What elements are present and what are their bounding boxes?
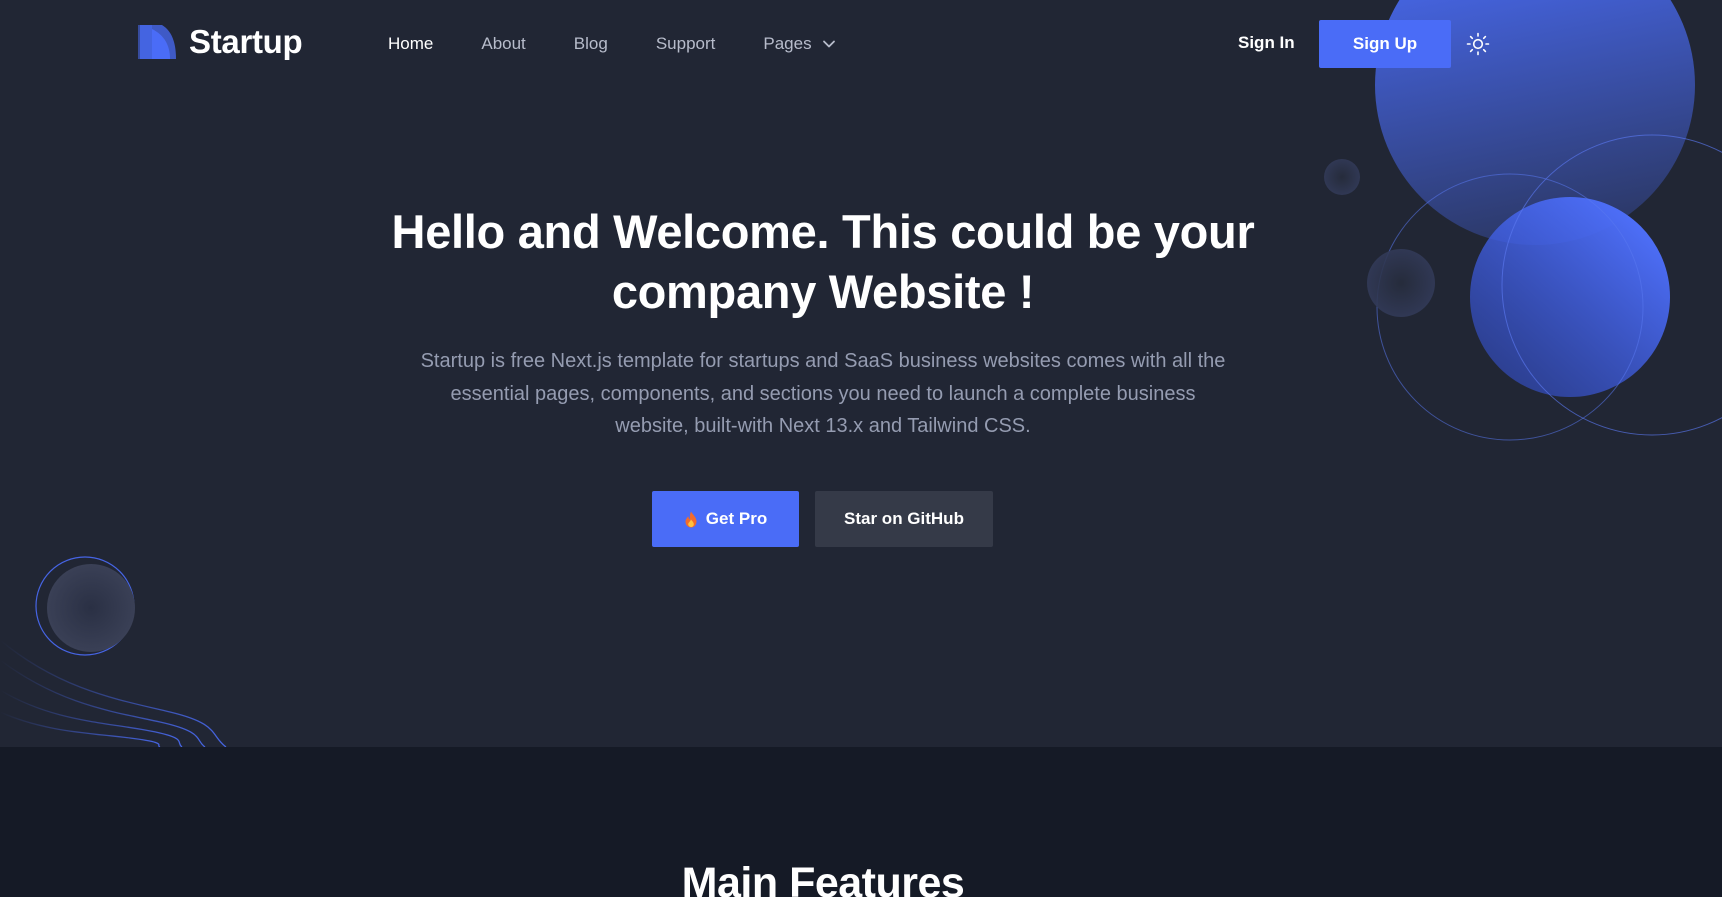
sign-up-button[interactable]: Sign Up [1319,20,1451,68]
logo-text: Startup [189,23,303,60]
nav-item-home[interactable]: Home [388,34,433,54]
nav-item-label: Pages [763,34,812,53]
nav-item-about[interactable]: About [481,34,525,54]
nav-item-label: Support [655,34,716,53]
sign-in-link[interactable]: Sign In [1238,33,1295,53]
sun-icon[interactable] [1466,32,1490,56]
star-on-github-button[interactable]: Star on GitHub [815,491,993,547]
get-pro-button[interactable]: Get Pro [652,491,799,547]
decor-dot-medium [1367,249,1435,317]
logo-icon [138,25,176,59]
hero-description: Startup is free Next.js template for sta… [420,350,1226,437]
nav-item-label: Home [388,34,434,53]
nav-item-label: Blog [573,34,608,53]
nav-item-pages-dropdown[interactable]: Pages [763,34,835,54]
decor-dot-small [1324,159,1360,195]
hero-title: Hello and Welcome. This could be your co… [391,205,1255,318]
get-pro-label: Get Pro [705,509,768,528]
decor-circle-medium [1470,197,1670,397]
chevron-down-icon [822,40,835,48]
nav-item-blog[interactable]: Blog [574,34,608,54]
decor-wave-lines [0,639,227,747]
nav-item-label: About [481,34,526,53]
site-header: Startup Home About Blog Support Pages Si… [0,0,1722,88]
nav-item-support[interactable]: Support [656,34,716,54]
main-nav: Home About Blog Support Pages [388,32,884,56]
hero-section: Startup Home About Blog Support Pages Si… [0,0,1722,747]
logo-link[interactable]: Startup [138,23,303,60]
features-section: Main Features [0,747,1722,897]
decor-left-dot [47,564,135,652]
decor-ring-2 [1501,134,1722,436]
decor-left-ring [35,556,135,656]
decor-ring-1 [1376,173,1644,441]
fire-icon [685,511,697,527]
features-title: Main Features [681,859,965,897]
landing-page: Startup Home About Blog Support Pages Si… [0,0,1722,897]
